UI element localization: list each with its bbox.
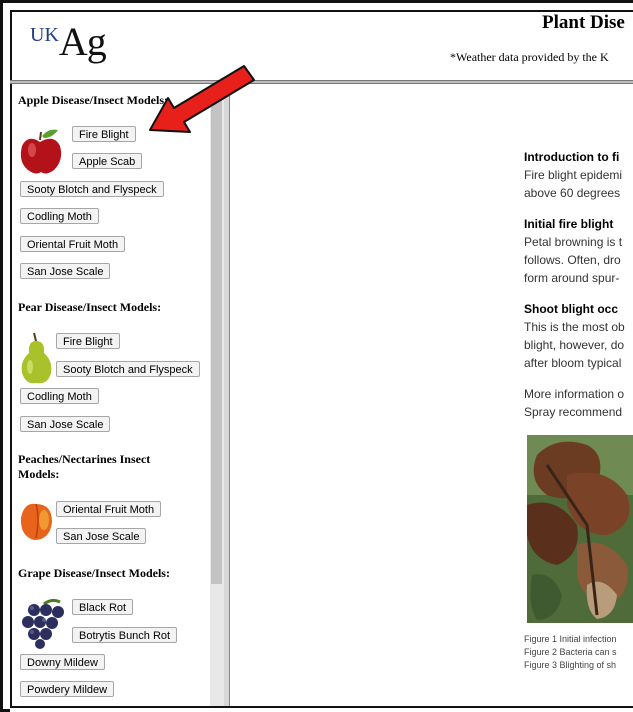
apple-sooty-blotch-button[interactable]: Sooty Blotch and Flyspeck	[20, 181, 164, 197]
pear-codling-moth-button[interactable]: Codling Moth	[20, 388, 99, 404]
fire-blight-photo	[527, 435, 633, 623]
figure-caption-1: Figure 1 Initial infection	[524, 634, 617, 644]
initial-blight-line-2: follows. Often, dro	[524, 253, 621, 267]
figure-caption-2: Figure 2 Bacteria can s	[524, 647, 617, 657]
figure-caption-3: Figure 3 Blighting of sh	[524, 660, 617, 670]
peach-title-line2: Models:	[18, 467, 60, 481]
grape-black-rot-button[interactable]: Black Rot	[72, 599, 134, 615]
peach-san-jose-scale-button[interactable]: San Jose Scale	[56, 528, 147, 544]
grape-botrytis-bunch-rot-button[interactable]: Botrytis Bunch Rot	[72, 627, 178, 643]
page-title: Plant Dise	[542, 12, 625, 33]
peach-section-title: Peaches/Nectarines Insect Models:	[18, 452, 150, 482]
weather-note: *Weather data provided by the K	[450, 50, 609, 64]
apple-san-jose-scale-button[interactable]: San Jose Scale	[20, 263, 111, 279]
page-header: UKAg Plant Dise *Weather data provided b…	[10, 10, 633, 80]
shoot-blight-heading: Shoot blight occ	[524, 302, 618, 316]
panel-separator	[224, 84, 230, 706]
pear-san-jose-scale-button[interactable]: San Jose Scale	[20, 416, 111, 432]
initial-blight-line-1: Petal browning is t	[524, 235, 623, 249]
grapes-icon	[22, 598, 64, 649]
initial-blight-heading: Initial fire blight	[524, 217, 614, 231]
grape-powdery-mildew-button[interactable]: Powdery Mildew	[20, 681, 115, 697]
peach-icon	[20, 503, 52, 540]
intro-line-1: Fire blight epidemi	[524, 168, 623, 182]
initial-blight-line-3: form around spur-	[524, 271, 620, 285]
shoot-blight-line-1: This is the most ob	[524, 320, 625, 334]
apple-scab-button[interactable]: Apple Scab	[72, 153, 143, 169]
content-panel: Introduction to fi Fire blight epidemi a…	[231, 84, 633, 706]
apple-fire-blight-button[interactable]: Fire Blight	[72, 126, 136, 142]
pear-section-title: Pear Disease/Insect Models:	[18, 300, 162, 314]
pear-icon	[21, 332, 52, 384]
logo-ag: Ag	[58, 19, 107, 64]
peach-oriental-fruit-moth-button[interactable]: Oriental Fruit Moth	[56, 501, 162, 517]
apple-icon	[20, 129, 62, 174]
spray-recommend-line[interactable]: Spray recommend	[524, 403, 622, 421]
logo-uk: UK	[30, 24, 59, 46]
peach-title-line1: Peaches/Nectarines Insect	[18, 452, 151, 466]
ukag-logo[interactable]: UKAg	[30, 18, 107, 65]
apple-codling-moth-button[interactable]: Codling Moth	[20, 208, 99, 224]
bottom-border	[10, 706, 633, 712]
apple-oriental-fruit-moth-button[interactable]: Oriental Fruit Moth	[20, 236, 126, 252]
pear-sooty-blotch-button[interactable]: Sooty Blotch and Flyspeck	[56, 361, 200, 377]
sidebar-scroll-thumb[interactable]	[211, 90, 222, 584]
intro-heading: Introduction to fi	[524, 150, 620, 164]
more-info-line[interactable]: More information o	[524, 385, 624, 403]
model-sidebar: Apple Disease/Insect Models: Fire Blight…	[10, 84, 210, 706]
grape-downy-mildew-button[interactable]: Downy Mildew	[20, 654, 105, 670]
shoot-blight-line-2: blight, however, do	[524, 338, 625, 352]
annotation-arrow-icon	[149, 65, 255, 133]
pear-fire-blight-button[interactable]: Fire Blight	[56, 333, 120, 349]
grape-section-title: Grape Disease/Insect Models:	[18, 566, 170, 580]
shoot-blight-line-3: after bloom typical	[524, 356, 622, 370]
intro-line-2: above 60 degrees	[524, 186, 621, 200]
